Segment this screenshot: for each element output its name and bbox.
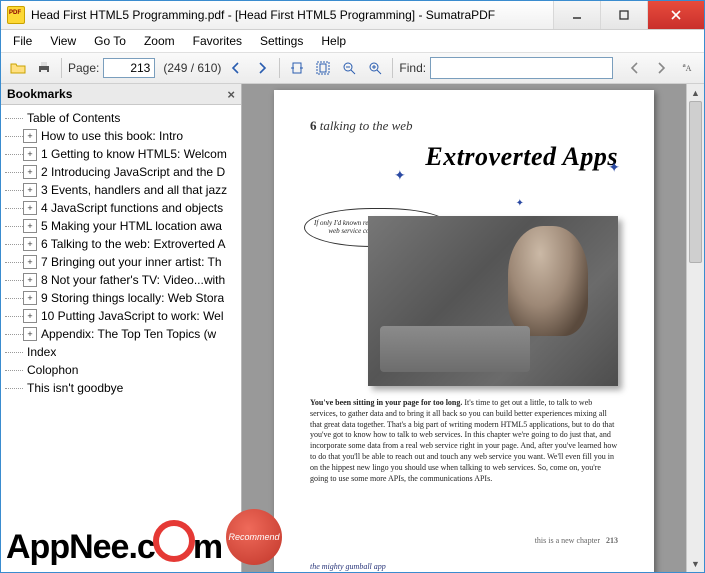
page-footer: this is a new chapter 213 [310,536,618,545]
open-icon[interactable] [7,57,29,79]
expand-icon[interactable]: + [23,309,37,323]
spark-icon: ✦ [394,168,406,185]
bookmark-item[interactable]: +8 Not your father's TV: Video...with [5,271,241,289]
menu-goto[interactable]: Go To [86,32,134,50]
menu-view[interactable]: View [42,32,84,50]
menu-file[interactable]: File [5,32,40,50]
bookmark-item[interactable]: Colophon [5,361,241,379]
spark-icon: ✦ [516,198,524,209]
bookmarks-tree[interactable]: Table of Contents + How to use this book: … [1,105,241,572]
bookmark-label: Table of Contents [27,111,120,125]
bookmark-label: 9 Storing things locally: Web Stora [41,291,224,305]
bookmark-label: 10 Putting JavaScript to work: Wel [41,309,224,323]
bookmark-label: 7 Bringing out your inner artist: Th [41,255,222,269]
bookmark-label: Index [27,345,56,359]
zoom-out-icon[interactable] [338,57,360,79]
spark-icon: ✦ [608,160,620,177]
scroll-thumb[interactable] [689,101,702,263]
bookmark-item[interactable]: +9 Storing things locally: Web Stora [5,289,241,307]
bookmark-item[interactable]: + Appendix: The Top Ten Topics (w [5,325,241,343]
bookmark-item[interactable]: +7 Bringing out your inner artist: Th [5,253,241,271]
bookmark-item[interactable]: This isn't goodbye [5,379,241,397]
app-icon [7,6,25,24]
expand-icon[interactable]: + [23,129,37,143]
fit-page-icon[interactable] [312,57,334,79]
menu-zoom[interactable]: Zoom [136,32,183,50]
expand-icon[interactable]: + [23,219,37,233]
close-panel-icon[interactable]: × [227,87,235,102]
page-photo [368,216,618,386]
find-label: Find: [399,61,426,75]
page-subfooter: the mighty gumball app [310,562,386,571]
bookmark-item[interactable]: +10 Putting JavaScript to work: Wel [5,307,241,325]
bookmark-label: 6 Talking to the web: Extroverted A [41,237,226,251]
scroll-up-icon[interactable]: ▲ [687,84,704,101]
document-viewer: 6 talking to the web ✦ ✦ ✦ Extroverted A… [242,84,704,572]
fit-width-icon[interactable] [286,57,308,79]
bookmarks-title: Bookmarks [7,87,72,101]
find-next-icon[interactable] [650,57,672,79]
bookmark-item[interactable]: +2 Introducing JavaScript and the D [5,163,241,181]
bookmark-label: 8 Not your father's TV: Video...with [41,273,225,287]
expand-icon[interactable]: + [23,183,37,197]
window-title: Head First HTML5 Programming.pdf - [Head… [31,8,553,22]
find-prev-icon[interactable] [624,57,646,79]
vertical-scrollbar[interactable]: ▲ ▼ [686,84,704,572]
bookmark-item[interactable]: +5 Making your HTML location awa [5,217,241,235]
bookmark-item[interactable]: +4 JavaScript functions and objects [5,199,241,217]
bookmarks-panel: Bookmarks × Table of Contents + How to use… [1,84,242,572]
bookmark-item[interactable]: +6 Talking to the web: Extroverted A [5,235,241,253]
zoom-in-icon[interactable] [364,57,386,79]
menu-bar: File View Go To Zoom Favorites Settings … [1,30,704,53]
bookmark-label: 2 Introducing JavaScript and the D [41,165,225,179]
bookmark-label: This isn't goodbye [27,381,123,395]
window-controls [553,1,704,29]
app-window: Head First HTML5 Programming.pdf - [Head… [0,0,705,573]
bookmarks-header: Bookmarks × [1,84,241,105]
toolbar: Page: (249 / 610) Find: ªA [1,53,704,84]
match-case-icon[interactable]: ªA [676,57,698,79]
expand-icon[interactable]: + [23,237,37,251]
find-input[interactable] [430,57,613,79]
minimize-button[interactable] [553,1,600,29]
page-area[interactable]: 6 talking to the web ✦ ✦ ✦ Extroverted A… [242,84,686,572]
page-count: (249 / 610) [163,61,221,75]
expand-icon[interactable]: + [23,201,37,215]
menu-help[interactable]: Help [313,32,354,50]
bookmark-item[interactable]: +3 Events, handlers and all that jazz [5,181,241,199]
scroll-down-icon[interactable]: ▼ [687,555,704,572]
chapter-heading: 6 talking to the web [310,118,618,134]
menu-favorites[interactable]: Favorites [185,32,250,50]
title-bar: Head First HTML5 Programming.pdf - [Head… [1,1,704,30]
expand-icon[interactable]: + [23,147,37,161]
bookmark-label: 5 Making your HTML location awa [41,219,222,233]
print-icon[interactable] [33,57,55,79]
expand-icon[interactable]: + [23,273,37,287]
next-page-icon[interactable] [251,57,273,79]
prev-page-icon[interactable] [225,57,247,79]
expand-icon[interactable]: + [23,165,37,179]
bookmark-item[interactable]: +1 Getting to know HTML5: Welcom [5,145,241,163]
bookmark-label: 1 Getting to know HTML5: Welcom [41,147,227,161]
bookmark-item[interactable]: + How to use this book: Intro [5,127,241,145]
content-body: Bookmarks × Table of Contents + How to use… [1,84,704,572]
bookmark-item[interactable]: Index [5,343,241,361]
menu-settings[interactable]: Settings [252,32,311,50]
expand-icon[interactable]: + [23,255,37,269]
close-button[interactable] [647,1,704,29]
page-paragraph: You've been sitting in your page for too… [310,398,618,484]
page-input[interactable] [103,58,155,78]
bookmark-label: How to use this book: Intro [41,129,183,143]
bookmark-label: Colophon [27,363,78,377]
expand-icon[interactable]: + [23,291,37,305]
bookmark-label: Appendix: The Top Ten Topics (w [41,327,216,341]
bookmark-label: 4 JavaScript functions and objects [41,201,223,215]
page-label: Page: [68,61,99,75]
expand-icon[interactable]: + [23,327,37,341]
pdf-page: 6 talking to the web ✦ ✦ ✦ Extroverted A… [274,90,654,572]
bookmark-item[interactable]: Table of Contents [5,109,241,127]
page-headline: Extroverted Apps [310,142,618,172]
bookmark-label: 3 Events, handlers and all that jazz [41,183,227,197]
maximize-button[interactable] [600,1,647,29]
